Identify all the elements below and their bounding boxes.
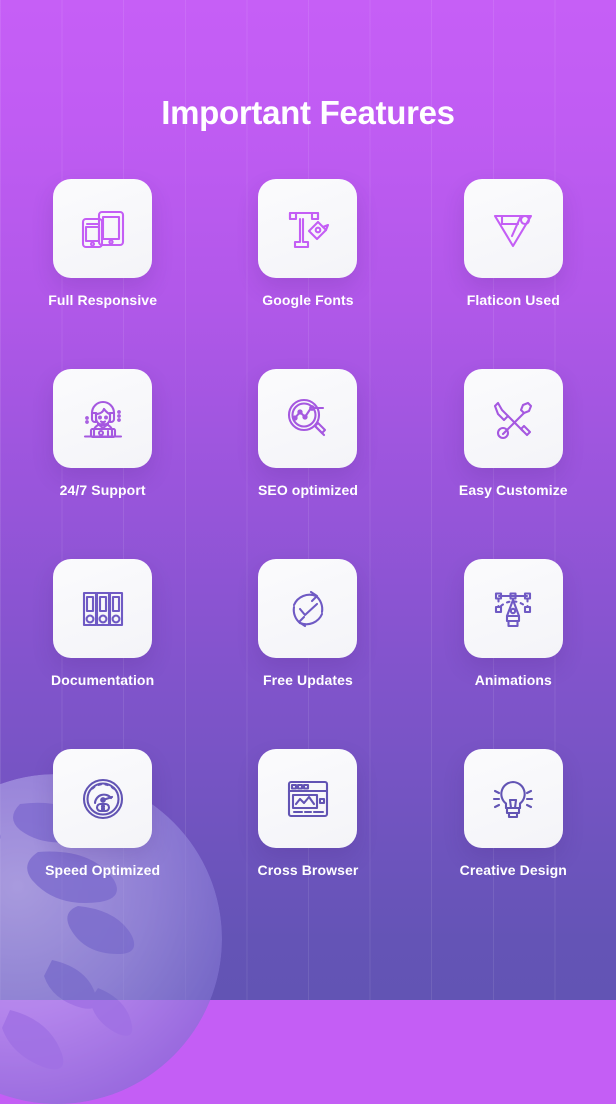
bezier-pen-icon bbox=[484, 580, 542, 638]
feature-icon-card[interactable] bbox=[258, 749, 357, 848]
feature-item[interactable]: Google Fonts bbox=[218, 179, 398, 308]
page-title: Important Features bbox=[0, 94, 616, 132]
flaticon-logo-icon bbox=[484, 200, 542, 258]
wrench-screwdriver-icon bbox=[484, 390, 542, 448]
feature-item[interactable]: Easy Customize bbox=[423, 369, 603, 498]
binders-icon bbox=[74, 580, 132, 638]
features-grid: Full Responsive Google Fonts bbox=[0, 179, 616, 878]
feature-label: Free Updates bbox=[218, 672, 398, 688]
feature-item[interactable]: Creative Design bbox=[423, 749, 603, 878]
feature-icon-card[interactable] bbox=[464, 749, 563, 848]
lightbulb-icon bbox=[484, 770, 542, 828]
feature-icon-card[interactable] bbox=[464, 179, 563, 278]
feature-icon-card[interactable] bbox=[464, 559, 563, 658]
feature-label: 24/7 Support bbox=[13, 482, 193, 498]
feature-label: SEO optimized bbox=[218, 482, 398, 498]
feature-icon-card[interactable] bbox=[258, 179, 357, 278]
feature-label: Speed Optimized bbox=[13, 862, 193, 878]
feature-item[interactable]: Documentation bbox=[13, 559, 193, 688]
feature-item[interactable]: SEO optimized bbox=[218, 369, 398, 498]
feature-item[interactable]: 24/7 Support bbox=[13, 369, 193, 498]
feature-item[interactable]: Animations bbox=[423, 559, 603, 688]
feature-icon-card[interactable] bbox=[53, 749, 152, 848]
feature-label: Documentation bbox=[13, 672, 193, 688]
browser-window-icon bbox=[279, 770, 337, 828]
text-pen-icon bbox=[279, 200, 337, 258]
headset-agent-icon bbox=[74, 390, 132, 448]
devices-responsive-icon bbox=[74, 200, 132, 258]
feature-label: Flaticon Used bbox=[423, 292, 603, 308]
feature-label: Full Responsive bbox=[13, 292, 193, 308]
feature-item[interactable]: Free Updates bbox=[218, 559, 398, 688]
feature-icon-card[interactable] bbox=[258, 559, 357, 658]
feature-icon-card[interactable] bbox=[464, 369, 563, 468]
speedometer-icon bbox=[74, 770, 132, 828]
feature-item[interactable]: Speed Optimized bbox=[13, 749, 193, 878]
feature-label: Creative Design bbox=[423, 862, 603, 878]
feature-icon-card[interactable] bbox=[53, 369, 152, 468]
feature-label: Cross Browser bbox=[218, 862, 398, 878]
feature-icon-card[interactable] bbox=[53, 559, 152, 658]
feature-item[interactable]: Full Responsive bbox=[13, 179, 193, 308]
magnifier-chart-icon bbox=[279, 390, 337, 448]
feature-icon-card[interactable] bbox=[258, 369, 357, 468]
feature-label: Google Fonts bbox=[218, 292, 398, 308]
feature-item[interactable]: Flaticon Used bbox=[423, 179, 603, 308]
feature-item[interactable]: Cross Browser bbox=[218, 749, 398, 878]
feature-label: Easy Customize bbox=[423, 482, 603, 498]
feature-label: Animations bbox=[423, 672, 603, 688]
refresh-check-icon bbox=[279, 580, 337, 638]
feature-icon-card[interactable] bbox=[53, 179, 152, 278]
features-section: Important Features Full Responsive bbox=[0, 0, 616, 1000]
